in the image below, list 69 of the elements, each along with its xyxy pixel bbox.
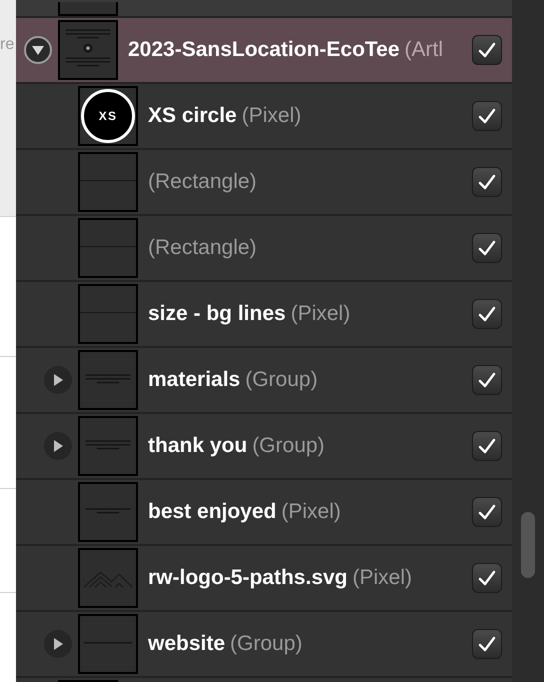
check-icon bbox=[478, 306, 496, 322]
layer-name: size - bg lines bbox=[148, 301, 286, 328]
check-icon bbox=[478, 240, 496, 256]
visibility-checkbox[interactable] bbox=[472, 431, 502, 461]
layer-thumbnail bbox=[78, 350, 138, 410]
check-icon bbox=[478, 570, 496, 586]
check-icon bbox=[478, 636, 496, 652]
layer-row[interactable]: (Rectangle) bbox=[16, 216, 512, 282]
layer-row[interactable]: materials (Group) bbox=[16, 348, 512, 414]
collapse-toggle[interactable] bbox=[24, 36, 52, 64]
layer-type: (Pixel) bbox=[242, 103, 302, 130]
layer-thumbnail bbox=[78, 218, 138, 278]
layer-name: rw-logo-5-paths.svg bbox=[148, 565, 348, 592]
layer-name: materials bbox=[148, 367, 240, 394]
thumbnail-label: XS bbox=[98, 108, 118, 125]
layer-row[interactable]: thank you (Group) bbox=[16, 414, 512, 480]
visibility-checkbox[interactable] bbox=[472, 497, 502, 527]
layer-thumbnail bbox=[58, 20, 118, 80]
expand-toggle[interactable] bbox=[44, 366, 72, 394]
layer-type: (Rectangle) bbox=[148, 235, 257, 262]
visibility-checkbox[interactable] bbox=[472, 563, 502, 593]
layer-type: (Pixel) bbox=[352, 565, 412, 592]
visibility-checkbox[interactable] bbox=[472, 233, 502, 263]
layer-thumbnail bbox=[78, 482, 138, 542]
visibility-checkbox[interactable] bbox=[472, 365, 502, 395]
layer-thumbnail bbox=[78, 152, 138, 212]
check-icon bbox=[478, 504, 496, 520]
expand-toggle[interactable] bbox=[44, 630, 72, 658]
check-icon bbox=[478, 108, 496, 124]
layer-row[interactable]: size - bg lines (Pixel) bbox=[16, 282, 512, 348]
layer-row[interactable]: best enjoyed (Pixel) bbox=[16, 480, 512, 546]
layer-row[interactable]: 2023-SansLocation-EcoTee (Artl bbox=[16, 18, 512, 84]
triangle-down-icon bbox=[31, 43, 45, 57]
layer-row[interactable]: rw-logo-5-paths.svg (Pixel) bbox=[16, 546, 512, 612]
visibility-checkbox[interactable] bbox=[472, 167, 502, 197]
layer-name: best enjoyed bbox=[148, 499, 276, 526]
panel-text: re bbox=[0, 36, 16, 54]
layer-name: 2023-SansLocation-EcoTee bbox=[128, 37, 400, 64]
expand-toggle[interactable] bbox=[44, 432, 72, 460]
layer-row[interactable]: website (Group) bbox=[16, 612, 512, 678]
layer-thumbnail bbox=[78, 614, 138, 674]
layer-row[interactable]: XS XS circle (Pixel) bbox=[16, 84, 512, 150]
layer-thumbnail bbox=[58, 2, 118, 16]
triangle-right-icon bbox=[51, 373, 65, 387]
visibility-checkbox[interactable] bbox=[472, 629, 502, 659]
layer-type: (Pixel) bbox=[281, 499, 341, 526]
scrollbar-thumb[interactable] bbox=[521, 512, 535, 578]
layer-type: (Group) bbox=[245, 367, 318, 394]
check-icon bbox=[478, 438, 496, 454]
triangle-right-icon bbox=[51, 439, 65, 453]
layer-name: XS circle bbox=[148, 103, 237, 130]
visibility-checkbox[interactable] bbox=[472, 299, 502, 329]
layer-thumbnail bbox=[78, 284, 138, 344]
layer-type: (Rectangle) bbox=[148, 169, 257, 196]
check-icon bbox=[478, 372, 496, 388]
layer-name: thank you bbox=[148, 433, 248, 460]
layer-name: website bbox=[148, 631, 226, 658]
layer-thumbnail bbox=[78, 548, 138, 608]
layer-type: (Artl bbox=[404, 37, 444, 64]
check-icon bbox=[478, 174, 496, 190]
layer-row[interactable]: (Rectangle) bbox=[16, 150, 512, 216]
check-icon bbox=[478, 42, 496, 58]
visibility-checkbox[interactable] bbox=[472, 35, 502, 65]
layer-type: (Pixel) bbox=[290, 301, 350, 328]
triangle-right-icon bbox=[51, 637, 65, 651]
visibility-checkbox[interactable] bbox=[472, 101, 502, 131]
layer-type: (Group) bbox=[252, 433, 325, 460]
layer-thumbnail bbox=[78, 416, 138, 476]
layer-type: (Group) bbox=[230, 631, 302, 658]
